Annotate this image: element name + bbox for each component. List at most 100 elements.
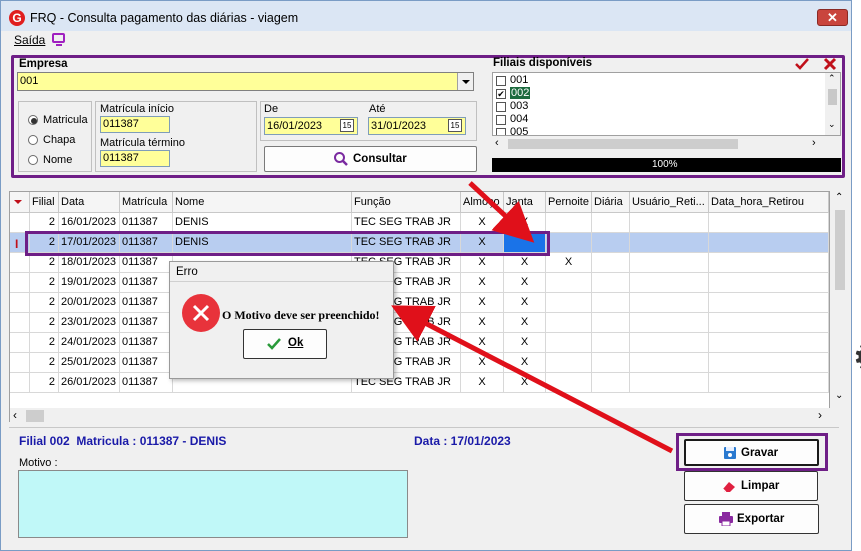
grid-cell-almoco[interactable]: X	[461, 313, 504, 333]
grid-cell-pernoite[interactable]	[546, 373, 592, 393]
row-indicator[interactable]	[10, 373, 30, 393]
grid-cell-matricula[interactable]: 011387	[120, 313, 173, 333]
grid-cell-funcao[interactable]: TEC SEG TRAB JR	[352, 213, 461, 233]
column-header[interactable]: Almoço	[461, 192, 504, 213]
grid-cell-data[interactable]: 18/01/2023	[59, 253, 120, 273]
grid-cell-pernoite[interactable]	[546, 273, 592, 293]
limpar-button[interactable]: Limpar	[684, 471, 818, 501]
filiais-vscroll[interactable]: ⌃ ⌄	[825, 73, 840, 135]
row-indicator[interactable]	[10, 213, 30, 233]
row-indicator[interactable]	[10, 313, 30, 333]
grid-cell-data[interactable]: 23/01/2023	[59, 313, 120, 333]
grid-cell-datahora[interactable]	[709, 333, 829, 353]
grid-cell-diaria[interactable]	[592, 273, 630, 293]
row-indicator[interactable]	[10, 333, 30, 353]
radio-matricula[interactable]	[28, 115, 38, 125]
grid-cell-filial[interactable]: 2	[30, 313, 59, 333]
grid-cell-almoco[interactable]: X	[461, 333, 504, 353]
grid-cell-usuario[interactable]	[630, 273, 709, 293]
grid-cell-pernoite[interactable]	[546, 293, 592, 313]
monitor-icon[interactable]	[52, 33, 65, 43]
check-all-icon[interactable]	[794, 57, 810, 71]
grid-cell-almoco[interactable]: X	[461, 353, 504, 373]
column-header[interactable]: Data_hora_Retirou	[709, 192, 829, 213]
grid-cell-usuario[interactable]	[630, 313, 709, 333]
grid-cell-janta[interactable]: X	[504, 273, 546, 293]
menu-saida[interactable]: Saída	[14, 33, 45, 47]
column-header[interactable]: Data	[59, 192, 120, 213]
row-indicator[interactable]	[10, 293, 30, 313]
filiais-hscroll[interactable]: ‹ ›	[492, 136, 825, 152]
grid-cell-usuario[interactable]	[630, 353, 709, 373]
checkbox[interactable]	[496, 128, 506, 135]
column-header[interactable]: Função	[352, 192, 461, 213]
empresa-select[interactable]: 001	[17, 72, 474, 91]
grid-vscroll[interactable]: ⌃ ⌄	[832, 192, 848, 406]
grid-cell-janta[interactable]: X	[504, 253, 546, 273]
scroll-left-icon[interactable]: ‹	[495, 137, 499, 149]
grid-cell-data[interactable]: 19/01/2023	[59, 273, 120, 293]
scroll-down-icon[interactable]: ⌄	[828, 119, 836, 130]
column-header[interactable]: Diária	[592, 192, 630, 213]
grid-cell-datahora[interactable]	[709, 313, 829, 333]
grid-cell-pernoite[interactable]	[546, 353, 592, 373]
grid-cell-diaria[interactable]	[592, 233, 630, 253]
checkbox[interactable]	[496, 102, 506, 112]
grid-cell-data[interactable]: 25/01/2023	[59, 353, 120, 373]
scroll-up-icon[interactable]: ⌃	[828, 73, 836, 84]
grid-cell-janta[interactable]: X	[504, 373, 546, 393]
grid-cell-filial[interactable]: 2	[30, 273, 59, 293]
scroll-hthumb[interactable]	[508, 139, 738, 149]
column-header[interactable]: Usuário_Reti...	[630, 192, 709, 213]
grid-cell-filial[interactable]: 2	[30, 253, 59, 273]
grid-cell-filial[interactable]: 2	[30, 213, 59, 233]
de-calendar-icon[interactable]: 15	[340, 119, 354, 132]
empresa-dropdown-button[interactable]	[457, 73, 473, 90]
grid-cell-data[interactable]: 16/01/2023	[59, 213, 120, 233]
grid-cell-data[interactable]: 20/01/2023	[59, 293, 120, 313]
matricula-termino-input[interactable]: 011387	[100, 150, 170, 167]
column-header[interactable]: Pernoite	[546, 192, 592, 213]
radio-chapa[interactable]	[28, 135, 38, 145]
scroll-right-icon[interactable]: ›	[812, 137, 816, 149]
grid-cell-filial[interactable]: 2	[30, 333, 59, 353]
grid-cell-usuario[interactable]	[630, 333, 709, 353]
grid-cell-data[interactable]: 26/01/2023	[59, 373, 120, 393]
grid-cell-almoco[interactable]: X	[461, 373, 504, 393]
grid-cell-datahora[interactable]	[709, 253, 829, 273]
grid-cell-almoco[interactable]: X	[461, 293, 504, 313]
scroll-hthumb[interactable]	[26, 410, 44, 422]
row-indicator[interactable]	[10, 273, 30, 293]
grid-cell-pernoite[interactable]	[546, 233, 592, 253]
grid-cell-matricula[interactable]: 011387	[120, 333, 173, 353]
grid-cell-diaria[interactable]	[592, 213, 630, 233]
grid-cell-datahora[interactable]	[709, 273, 829, 293]
row-indicator[interactable]	[10, 253, 30, 273]
grid-cell-pernoite[interactable]	[546, 313, 592, 333]
grid-cell-matricula[interactable]: 011387	[120, 253, 173, 273]
grid-cell-almoco[interactable]: X	[461, 273, 504, 293]
grid-cell-usuario[interactable]	[630, 373, 709, 393]
grid-cell-matricula[interactable]: 011387	[120, 273, 173, 293]
ate-calendar-icon[interactable]: 15	[448, 119, 462, 132]
grid-cell-usuario[interactable]	[630, 253, 709, 273]
grid-cell-pernoite[interactable]	[546, 333, 592, 353]
grid-cell-filial[interactable]: 2	[30, 293, 59, 313]
grid-cell-janta[interactable]: X	[504, 333, 546, 353]
grid-cell-janta[interactable]: X	[504, 313, 546, 333]
column-header[interactable]: Filial	[30, 192, 59, 213]
grid-cell-diaria[interactable]	[592, 253, 630, 273]
scroll-down-icon[interactable]: ⌄	[835, 390, 843, 401]
grid-cell-datahora[interactable]	[709, 293, 829, 313]
radio-nome[interactable]	[28, 155, 38, 165]
column-header[interactable]: Matrícula	[120, 192, 173, 213]
grid-cell-filial[interactable]: 2	[30, 353, 59, 373]
uncheck-all-icon[interactable]	[823, 57, 837, 71]
scroll-thumb[interactable]	[828, 89, 837, 105]
grid-cell-almoco[interactable]: X	[461, 213, 504, 233]
grid-cell-janta[interactable]: X	[504, 213, 546, 233]
grid-cell-pernoite[interactable]: X	[546, 253, 592, 273]
grid-cell-diaria[interactable]	[592, 333, 630, 353]
ok-button[interactable]: Ok	[243, 329, 327, 359]
grid-cell-almoco[interactable]: X	[461, 253, 504, 273]
